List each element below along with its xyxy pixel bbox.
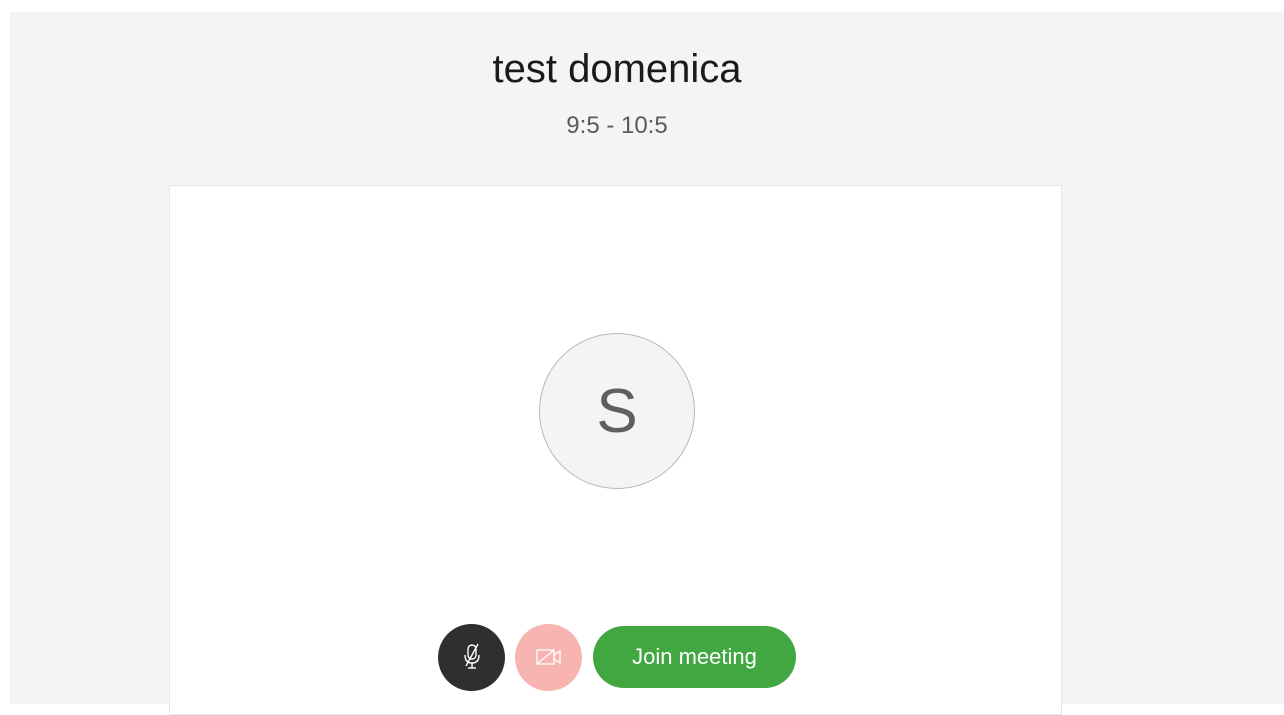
meeting-title: test domenica — [492, 47, 742, 91]
avatar: S — [539, 333, 695, 489]
lobby-controls: Join meeting — [438, 623, 796, 691]
avatar-initial: S — [596, 376, 638, 446]
microphone-muted-icon — [463, 643, 480, 669]
join-meeting-button[interactable]: Join meeting — [593, 626, 796, 688]
meeting-lobby: test domenica 9:5 - 10:5 S Join meeting — [10, 12, 1284, 715]
preview-card: S Join meeting — [169, 185, 1062, 715]
camera-off-icon — [535, 649, 561, 665]
microphone-toggle-button[interactable] — [438, 623, 505, 691]
meeting-time: 9:5 - 10:5 — [566, 112, 668, 139]
camera-toggle-button[interactable] — [515, 623, 582, 691]
